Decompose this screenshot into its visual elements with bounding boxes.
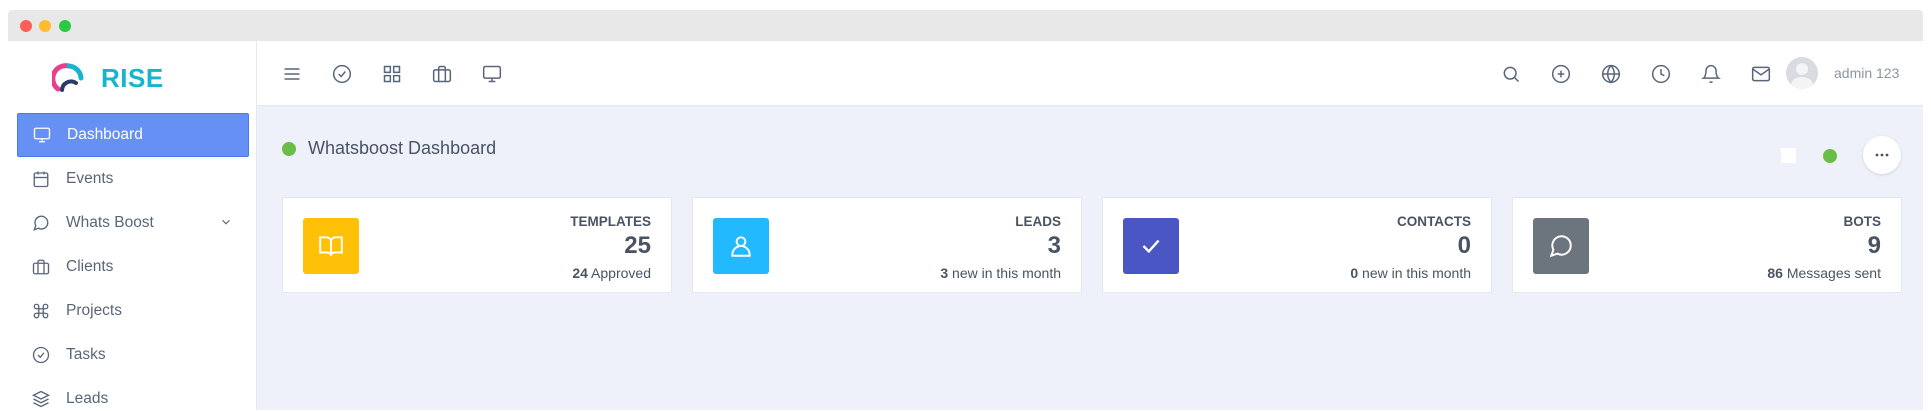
card-sub-count: 86 (1767, 265, 1783, 281)
card-sub-count: 0 (1350, 265, 1359, 281)
rise-logo-icon (52, 63, 84, 92)
sidebar-item-label: Dashboard (67, 126, 143, 143)
card-subtext: 3 new in this month (940, 265, 1061, 281)
sidebar-item-label: Tasks (66, 346, 106, 363)
sidebar-item-label: Leads (66, 390, 109, 407)
user-icon (731, 236, 751, 257)
sidebar-item-events[interactable]: Events (17, 157, 249, 201)
card-contacts[interactable]: CONTACTS 0 0 new in this month (1102, 197, 1492, 293)
check-icon (1142, 239, 1160, 254)
card-subtext: 86 Messages sent (1767, 265, 1881, 281)
plus-circle-icon[interactable] (1550, 63, 1572, 85)
monitor-icon[interactable] (481, 63, 503, 85)
window-titlebar (8, 10, 1923, 41)
status-indicator (282, 141, 296, 156)
card-sub-text: new in this month (948, 265, 1061, 281)
user-name: admin 123 (1834, 65, 1900, 81)
card-icon-tile (303, 218, 359, 274)
card-bots[interactable]: BOTS 9 86 Messages sent (1512, 197, 1902, 293)
card-label: LEADS (1015, 214, 1061, 229)
check-circle-icon (31, 345, 51, 365)
sidebar-item-leads[interactable]: Leads (17, 377, 249, 410)
close-window-button[interactable] (20, 20, 32, 32)
card-value: 25 (624, 232, 651, 259)
brand[interactable]: RISE (52, 61, 164, 95)
card-icon-tile (713, 218, 769, 274)
browser-window: RISE Dashboard Events Whats Boost Client… (8, 10, 1923, 410)
card-value: 0 (1457, 232, 1471, 259)
card-label: BOTS (1843, 214, 1881, 229)
card-sub-count: 3 (940, 265, 949, 281)
command-icon (31, 301, 51, 321)
search-icon[interactable] (1500, 63, 1522, 85)
monitor-icon (32, 125, 52, 145)
brand-name: RISE (101, 62, 164, 93)
mail-icon[interactable] (1750, 63, 1772, 85)
sidebar-item-label: Projects (66, 302, 122, 319)
sidebar-item-whats-boost[interactable]: Whats Boost (17, 201, 249, 245)
book-icon (319, 236, 343, 256)
page-title: Whatsboost Dashboard (308, 138, 497, 158)
card-label: TEMPLATES (570, 214, 651, 229)
chevron-down-icon[interactable] (219, 215, 233, 229)
sidebar-item-dashboard[interactable]: Dashboard (17, 113, 249, 157)
message-circle-icon (1549, 235, 1572, 258)
more-horizontal-icon (1875, 153, 1889, 157)
card-sub-text: Messages sent (1782, 265, 1881, 281)
user-menu[interactable]: admin 123 (1786, 57, 1899, 89)
card-sub-count: 24 (572, 265, 588, 281)
bell-icon[interactable] (1700, 63, 1722, 85)
card-subtext: 24 Approved (572, 265, 651, 281)
clock-icon[interactable] (1650, 63, 1672, 85)
sidebar-item-projects[interactable]: Projects (17, 289, 249, 333)
card-leads[interactable]: LEADS 3 3 new in this month (692, 197, 1082, 293)
page-header: Whatsboost Dashboard (282, 138, 496, 159)
minimize-window-button[interactable] (39, 20, 51, 32)
card-templates[interactable]: TEMPLATES 25 24 Approved (282, 197, 672, 293)
maximize-window-button[interactable] (59, 20, 71, 32)
widget-toggle[interactable] (1781, 148, 1796, 163)
grid-icon[interactable] (381, 63, 403, 85)
briefcase-icon (31, 257, 51, 277)
topbar: admin 123 (257, 41, 1923, 106)
sidebar-item-tasks[interactable]: Tasks (17, 333, 249, 377)
card-value: 3 (1047, 232, 1061, 259)
briefcase-icon[interactable] (431, 63, 453, 85)
card-icon-tile (1533, 218, 1589, 274)
sidebar-item-clients[interactable]: Clients (17, 245, 249, 289)
calendar-icon (31, 169, 51, 189)
card-subtext: 0 new in this month (1350, 265, 1471, 281)
card-sub-text: new in this month (1358, 265, 1471, 281)
layers-icon (31, 389, 51, 409)
sidebar-item-label: Events (66, 170, 114, 187)
card-sub-text: Approved (587, 265, 651, 281)
card-label: CONTACTS (1397, 214, 1471, 229)
sidebar-item-label: Whats Boost (66, 214, 154, 231)
sidebar-item-label: Clients (66, 258, 114, 275)
card-icon-tile (1123, 218, 1179, 274)
more-options-button[interactable] (1863, 136, 1901, 174)
check-circle-icon[interactable] (331, 63, 353, 85)
main-content: Whatsboost Dashboard TEMPLATES 25 24 App… (257, 106, 1923, 410)
chat-icon (31, 213, 51, 233)
sidebar-nav: Dashboard Events Whats Boost Clients Pro… (17, 113, 249, 410)
sidebar: RISE Dashboard Events Whats Boost Client… (8, 41, 257, 410)
globe-icon[interactable] (1600, 63, 1622, 85)
avatar (1786, 57, 1818, 89)
menu-icon[interactable] (281, 63, 303, 85)
status-dot-right (1823, 149, 1837, 163)
card-value: 9 (1867, 232, 1881, 259)
